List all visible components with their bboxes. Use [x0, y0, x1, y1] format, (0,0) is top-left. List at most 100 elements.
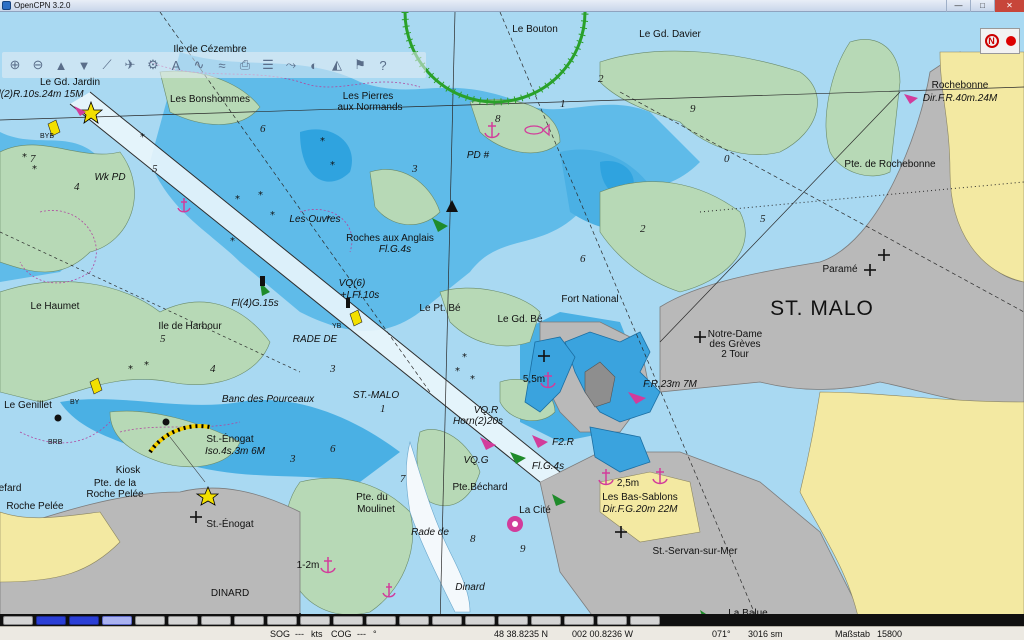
chart-piano-key[interactable]: [333, 615, 363, 625]
chart-piano-key[interactable]: [531, 615, 561, 625]
chart-canvas[interactable]: * * * * * * * * * * * * * * * 74563812906254317893…: [0, 12, 1024, 626]
place-label: Le Bouton: [512, 24, 558, 35]
colour-scheme-icon[interactable]: ◐: [303, 54, 325, 76]
ais-icon[interactable]: ◭: [326, 54, 348, 76]
depth-sounding: 3: [411, 163, 418, 175]
place-label: Roche Pelée: [6, 501, 64, 512]
chart-piano-key[interactable]: [366, 615, 396, 625]
chart-piano-key[interactable]: [267, 615, 297, 625]
place-label: St.-Servan-sur-Mer: [652, 546, 738, 557]
place-label: Dir.F.R.40m.24M: [923, 93, 998, 104]
chart-piano-key[interactable]: [168, 615, 198, 625]
print-icon[interactable]: ⎙: [234, 54, 256, 76]
current-icon[interactable]: ∿: [188, 54, 210, 76]
route-manager-icon[interactable]: ☰: [257, 54, 279, 76]
chart-piano-key[interactable]: [597, 615, 627, 625]
chart-piano-bar: [0, 614, 1024, 626]
svg-text:*: *: [235, 194, 240, 205]
place-label: Dir.F.G.20m 22M: [602, 504, 678, 515]
depth-sounding: 4: [210, 363, 216, 375]
depth-sounding: 1: [560, 98, 566, 110]
place-label: Roche Pelée: [86, 489, 144, 500]
close-button[interactable]: ✕: [994, 0, 1024, 12]
cog-label: COG: [331, 629, 352, 639]
mob-icon[interactable]: ⚑: [349, 54, 371, 76]
town-label: ST. MALO: [770, 297, 874, 320]
title-bar: OpenCPN 3.2.0 — □ ✕: [0, 0, 1024, 12]
svg-text:*: *: [270, 210, 275, 221]
place-label: 5,5m: [523, 374, 545, 385]
chart-piano-key[interactable]: [102, 615, 132, 625]
chart-piano-key[interactable]: [135, 615, 165, 625]
chart-piano-key[interactable]: [399, 615, 429, 625]
sog-value: ---: [295, 629, 304, 639]
zoom-in-icon[interactable]: ⊕: [4, 54, 26, 76]
follow-icon[interactable]: ✈: [119, 54, 141, 76]
place-label: Le Gd. Jardin: [40, 77, 100, 88]
chart-piano-key[interactable]: [498, 615, 528, 625]
svg-text:*: *: [140, 132, 145, 143]
place-label: St.-Énogat: [206, 517, 253, 530]
compass-widget[interactable]: N: [980, 28, 1020, 54]
chart-piano-key[interactable]: [432, 615, 462, 625]
chart-piano-key[interactable]: [36, 615, 66, 625]
place-label: Roches aux Anglais: [346, 233, 434, 244]
place-label: F2.R: [552, 437, 574, 448]
buoy-label: BRB: [48, 439, 63, 446]
chart-piano-key[interactable]: [300, 615, 330, 625]
depth-sounding: 5: [160, 333, 166, 345]
maximize-button[interactable]: □: [970, 0, 994, 12]
tide-icon[interactable]: ≈: [211, 54, 233, 76]
zoom-out-icon[interactable]: ⊖: [27, 54, 49, 76]
place-label: La Cité: [519, 505, 551, 516]
scale-in-icon[interactable]: ▲: [50, 54, 72, 76]
chart-piano-key[interactable]: [564, 615, 594, 625]
chart-piano-key[interactable]: [69, 615, 99, 625]
svg-text:*: *: [462, 352, 467, 363]
chart-piano-key[interactable]: [234, 615, 264, 625]
svg-text:*: *: [330, 160, 335, 171]
scale-out-icon[interactable]: ▼: [73, 54, 95, 76]
status-bar: SOG --- kts COG --- ° 48 38.8235 N 002 0…: [0, 626, 1024, 640]
place-label: Le Gd. Davier: [639, 29, 701, 40]
chart-piano-key[interactable]: [3, 615, 33, 625]
place-label: VQ.G: [463, 455, 488, 466]
place-label: +LFl.10s: [341, 290, 380, 301]
depth-sounding: 5: [152, 163, 158, 175]
nautical-chart[interactable]: * ** *** *** * ** *** 74563812906254 317893…: [0, 12, 1024, 626]
place-label: DINARD: [211, 588, 249, 599]
text-icon[interactable]: A: [165, 54, 187, 76]
place-label: Fl.G.4s: [532, 461, 564, 472]
chart-piano-key[interactable]: [630, 615, 660, 625]
place-label: Horn(2)20s: [453, 416, 503, 427]
chart-piano-key[interactable]: [201, 615, 231, 625]
place-label: Ile de Harbour: [158, 321, 222, 332]
place-label: Pte. de Rochebonne: [844, 159, 936, 170]
svg-text:*: *: [258, 190, 263, 201]
svg-text:*: *: [22, 152, 27, 163]
track-icon[interactable]: ⤳: [280, 54, 302, 76]
help-icon[interactable]: ?: [372, 54, 394, 76]
depth-sounding: 7: [30, 153, 36, 165]
place-label: Rochebonne: [932, 80, 989, 91]
svg-text:*: *: [230, 236, 235, 247]
route-icon[interactable]: ⟋: [96, 54, 118, 76]
chart-piano-key[interactable]: [465, 615, 495, 625]
depth-sounding: 4: [74, 181, 80, 193]
place-label: Kiosk: [116, 465, 141, 476]
app-icon: [2, 1, 11, 10]
place-label: Rade de: [411, 527, 449, 538]
place-label: 2,5m: [617, 478, 639, 489]
minimize-button[interactable]: —: [946, 0, 970, 12]
place-label: Les Ouvres: [289, 214, 340, 225]
latitude: 48 38.8235 N: [494, 629, 549, 639]
scale-label: Maßstab: [835, 629, 871, 639]
north-up-icon[interactable]: N: [984, 34, 999, 48]
place-label: Le Haumet: [31, 301, 80, 312]
svg-text:*: *: [320, 136, 325, 147]
settings-icon[interactable]: ⚙: [142, 54, 164, 76]
place-label: 2 Tour: [721, 349, 749, 360]
place-label: Wk PD: [94, 172, 125, 183]
sog-unit: kts: [311, 629, 323, 639]
depth-sounding: 8: [495, 113, 501, 125]
